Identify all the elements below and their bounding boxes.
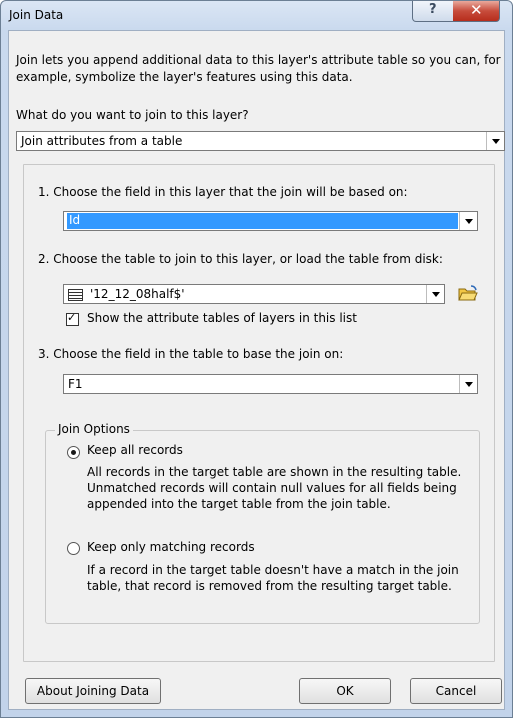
open-folder-icon[interactable] (458, 285, 478, 302)
table-icon (68, 289, 83, 301)
keep-matching-radio[interactable] (67, 542, 80, 555)
table-field-value: F1 (68, 377, 83, 391)
keep-matching-label: Keep only matching records (87, 540, 255, 554)
keep-all-radio[interactable] (67, 446, 80, 459)
keep-all-description: All records in the target table are show… (87, 465, 462, 511)
layer-field-value: Id (67, 213, 458, 229)
step3-label: 3. Choose the field in the table to base… (38, 347, 344, 361)
ok-button[interactable]: OK (299, 678, 391, 704)
join-options-legend: Join Options (55, 422, 133, 436)
show-layers-checkbox[interactable] (66, 311, 79, 326)
about-joining-data-button[interactable]: About Joining Data (25, 678, 161, 704)
close-icon: ✕ (470, 1, 483, 19)
chevron-down-icon[interactable] (459, 375, 477, 393)
intro-text: Join lets you append additional data to … (16, 53, 501, 84)
layer-field-select[interactable]: Id (63, 211, 478, 231)
help-button[interactable]: ? (412, 1, 455, 22)
keep-all-label: Keep all records (87, 443, 183, 457)
join-table-select[interactable]: '12_12_08half$' (63, 284, 445, 304)
show-layers-label: Show the attribute tables of layers in t… (87, 311, 357, 325)
step1-label: 1. Choose the field in this layer that t… (38, 185, 408, 199)
chevron-down-icon[interactable] (486, 132, 504, 150)
join-type-value: Join attributes from a table (21, 134, 183, 148)
keep-matching-description: If a record in the target table doesn't … (87, 563, 459, 593)
window-title: Join Data (9, 8, 64, 22)
close-button[interactable]: ✕ (453, 1, 500, 22)
join-type-question: What do you want to join to this layer? (16, 108, 249, 122)
step2-label: 2. Choose the table to join to this laye… (38, 252, 443, 266)
cancel-button[interactable]: Cancel (410, 678, 502, 704)
join-table-value: '12_12_08half$' (90, 287, 185, 301)
chevron-down-icon[interactable] (459, 212, 477, 230)
help-icon: ? (429, 2, 437, 17)
join-type-select[interactable]: Join attributes from a table (16, 131, 505, 151)
chevron-down-icon[interactable] (426, 285, 444, 303)
join-options-group (45, 430, 480, 624)
table-field-select[interactable]: F1 (63, 374, 478, 394)
title-bar[interactable]: Join Data ? ✕ (1, 1, 512, 31)
